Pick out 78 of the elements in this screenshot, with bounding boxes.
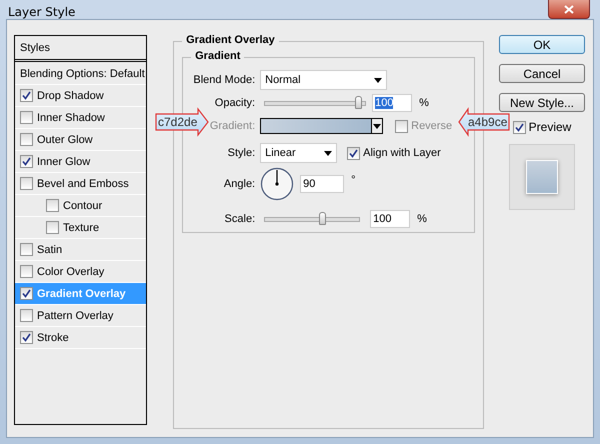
- window-title: Layer Style: [8, 5, 76, 19]
- style-checkbox[interactable]: [20, 177, 33, 190]
- style-label: Pattern Overlay: [37, 310, 114, 322]
- style-checkbox[interactable]: [46, 199, 59, 212]
- angle-field[interactable]: 90: [300, 175, 344, 193]
- dropdown-caret-icon: [324, 150, 332, 156]
- field-label: Gradient:: [208, 120, 256, 132]
- color-code-label: a4b9ce: [468, 115, 508, 129]
- group-title: Gradient: [191, 50, 244, 62]
- style-label: Satin: [37, 244, 62, 256]
- style-label: Inner Shadow: [37, 112, 105, 124]
- field-label: Opacity:: [214, 97, 256, 109]
- close-button[interactable]: [548, 0, 590, 19]
- align-checkbox[interactable]: [347, 146, 360, 160]
- style-list-item[interactable]: Stroke: [15, 327, 146, 349]
- unit-label: °: [351, 174, 356, 186]
- dropdown-caret-icon: [374, 78, 382, 82]
- dialog-button[interactable]: New Style...: [499, 93, 585, 112]
- slider-thumb[interactable]: [319, 212, 326, 224]
- style-checkbox[interactable]: [46, 221, 59, 234]
- list-header: Styles: [20, 42, 50, 54]
- style-list-item[interactable]: Outer Glow: [15, 129, 146, 151]
- section-title: Gradient Overlay: [182, 34, 279, 46]
- style-checkbox[interactable]: [20, 243, 33, 256]
- blend-mode-select[interactable]: Normal: [260, 70, 388, 90]
- angle-dial[interactable]: [260, 167, 294, 201]
- preview-checkbox[interactable]: [512, 120, 526, 134]
- callout-arrow: [458, 106, 510, 139]
- style-label: Outer Glow: [37, 134, 93, 146]
- gradient-bar[interactable]: [260, 118, 372, 134]
- dialog-button[interactable]: Cancel: [499, 64, 585, 83]
- style-label: Stroke: [37, 332, 69, 344]
- style-label: Texture: [63, 222, 100, 234]
- style-label: Bevel and Emboss: [37, 178, 129, 190]
- style-select[interactable]: Linear: [260, 143, 338, 163]
- style-checkbox[interactable]: [20, 309, 33, 322]
- preview-swatch: [526, 160, 558, 194]
- field-label: Blend Mode:: [193, 74, 256, 86]
- style-checkbox[interactable]: [20, 265, 33, 278]
- style-label: Inner Glow: [37, 156, 90, 168]
- callout-arrow: [155, 106, 209, 139]
- style-list-item[interactable]: Contour: [15, 195, 146, 217]
- style-checkbox[interactable]: [20, 111, 33, 124]
- dialog-button[interactable]: OK: [499, 35, 585, 54]
- color-code-label: c7d2de: [158, 115, 198, 129]
- style-checkbox[interactable]: [20, 331, 33, 344]
- opacity-field[interactable]: 100: [372, 94, 412, 112]
- style-checkbox[interactable]: [20, 133, 33, 146]
- style-list-item[interactable]: Inner Glow: [15, 151, 146, 173]
- style-label: Gradient Overlay: [37, 288, 126, 300]
- gradient-dropdown[interactable]: [372, 118, 384, 134]
- style-checkbox[interactable]: [20, 287, 33, 300]
- style-list-item[interactable]: Satin: [15, 239, 146, 261]
- style-label: Blending Options: Default: [20, 68, 145, 80]
- style-list-item[interactable]: Bevel and Emboss: [15, 173, 146, 195]
- field-label: Style:: [226, 147, 256, 159]
- close-icon: [564, 4, 574, 14]
- style-list-item[interactable]: Inner Shadow: [15, 107, 146, 129]
- style-list-item[interactable]: Blending Options: Default: [15, 63, 146, 85]
- checkbox-label: Align with Layer: [363, 147, 441, 159]
- style-label: Color Overlay: [37, 266, 104, 278]
- field-label: Scale:: [224, 213, 256, 225]
- style-list-item[interactable]: Texture: [15, 217, 146, 239]
- style-list-item[interactable]: Drop Shadow: [15, 85, 146, 107]
- reverse-checkbox[interactable]: [395, 120, 408, 132]
- scale-field[interactable]: 100: [370, 210, 410, 228]
- slider-thumb[interactable]: [355, 96, 362, 108]
- unit-label: %: [419, 97, 429, 109]
- field-label: Angle:: [222, 178, 256, 190]
- style-checkbox[interactable]: [20, 89, 33, 102]
- style-list-item[interactable]: Pattern Overlay: [15, 305, 146, 327]
- checkbox-label: Preview: [528, 120, 572, 134]
- dropdown-caret-icon: [373, 124, 382, 128]
- style-label: Drop Shadow: [37, 90, 104, 102]
- unit-label: %: [417, 213, 427, 225]
- style-checkbox[interactable]: [20, 155, 33, 168]
- style-label: Contour: [63, 200, 102, 212]
- checkbox-label: Reverse: [411, 120, 452, 132]
